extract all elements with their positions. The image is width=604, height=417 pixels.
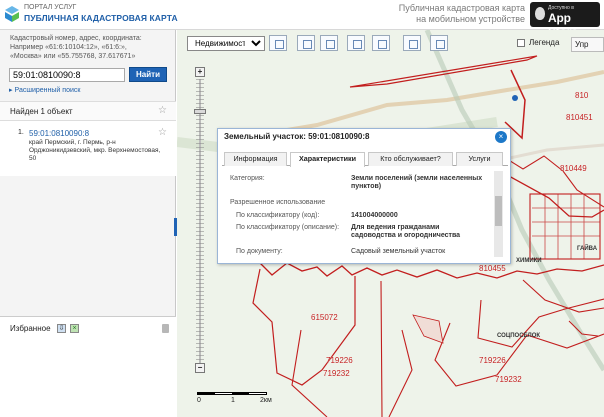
scale-bar-line bbox=[197, 392, 267, 395]
code-value: 141004000000 bbox=[351, 212, 398, 219]
tab-information[interactable]: Информация bbox=[224, 152, 287, 166]
district-label: ХИМИКИ bbox=[516, 258, 542, 264]
category-label: Категория: bbox=[230, 175, 265, 182]
results-count: Найден 1 объект bbox=[10, 107, 73, 116]
description-value: Для ведения гражданами садоводства и ого… bbox=[351, 224, 461, 239]
document-label: По документу: bbox=[236, 248, 283, 255]
star-icon[interactable]: ☆ bbox=[158, 105, 167, 116]
zoom-in-button[interactable]: + bbox=[195, 67, 205, 77]
zoom-handle[interactable] bbox=[194, 109, 206, 114]
export-tool-icon[interactable] bbox=[372, 35, 390, 51]
app-store-button[interactable]: Доступно в App Store bbox=[530, 2, 600, 39]
result-index: 1. bbox=[18, 129, 24, 136]
parcel-label: 615072 bbox=[311, 313, 338, 322]
search-input[interactable] bbox=[9, 68, 125, 82]
close-icon[interactable]: × bbox=[495, 131, 507, 143]
advanced-search-link[interactable]: Расширенный поиск bbox=[9, 86, 81, 94]
parcel-label: 719226 bbox=[326, 356, 353, 365]
category-value: Земли поселений (земли населенных пункто… bbox=[351, 175, 483, 190]
parcel-label: 810451 bbox=[566, 113, 593, 122]
import-icon[interactable]: ⇩ bbox=[57, 324, 66, 333]
parcel-label: 810 bbox=[575, 91, 589, 100]
zoom-control[interactable]: + − bbox=[194, 67, 206, 375]
result-item[interactable]: 1. 59:01:0810090:8 ☆ край Пермский, г. П… bbox=[0, 121, 176, 176]
layers-button[interactable]: Упр bbox=[571, 37, 604, 52]
code-label: По классификатору (код): bbox=[236, 212, 320, 219]
hint-line: «Москва» или «55.755768, 37.617671» bbox=[10, 53, 136, 60]
zoom-ticks bbox=[196, 79, 204, 363]
zoom-out-button[interactable]: − bbox=[195, 363, 205, 373]
apple-icon bbox=[535, 7, 545, 20]
legend-checkbox[interactable] bbox=[517, 39, 525, 47]
scale-two: 2км bbox=[260, 397, 272, 404]
description-label: По классификатору (описание): bbox=[236, 224, 340, 231]
result-address: край Пермский, г. Пермь, р-н Орджоникидз… bbox=[29, 139, 161, 162]
popup-scrollbar[interactable] bbox=[494, 171, 503, 257]
parcel-label: 810455 bbox=[479, 264, 506, 273]
parcel-label: 719226 bbox=[479, 356, 506, 365]
mobile-promo-line2: на мобильном устройстве bbox=[416, 14, 525, 24]
measure-tool-icon[interactable] bbox=[297, 35, 315, 51]
mobile-promo-line1: Публичная кадастровая карта bbox=[398, 3, 525, 13]
district-label: СОЦПОСЕЛОК bbox=[497, 333, 541, 339]
print-tool-icon[interactable] bbox=[403, 35, 421, 51]
tab-service-provider[interactable]: Кто обслуживает? bbox=[368, 152, 453, 166]
hint-line: Кадастровый номер, адрес, координата: bbox=[10, 35, 142, 42]
tab-characteristics[interactable]: Характеристики bbox=[290, 152, 365, 167]
results-header: Найден 1 объект ☆ bbox=[0, 101, 176, 121]
hint-line: Например «61:6:10104:12», «61:6:», bbox=[10, 44, 127, 51]
link-tool-icon[interactable] bbox=[430, 35, 448, 51]
pointer-tool-icon[interactable] bbox=[269, 35, 287, 51]
popup-tabs: Информация Характеристики Кто обслуживае… bbox=[222, 152, 508, 167]
document-value: Садовый земельный участок bbox=[351, 248, 446, 255]
trash-icon[interactable] bbox=[162, 324, 169, 333]
favorites-panel: Избранное ⇩ × bbox=[0, 316, 176, 417]
parcel-label: 810449 bbox=[560, 164, 587, 173]
site-title[interactable]: ПУБЛИЧНАЯ КАДАСТРОВАЯ КАРТА bbox=[24, 13, 178, 23]
parcel-label: 719232 bbox=[495, 375, 522, 384]
excel-icon[interactable]: × bbox=[70, 324, 79, 333]
legend-label[interactable]: Легенда bbox=[529, 38, 559, 47]
popup-title: Земельный участок: 59:01:0810090:8 bbox=[224, 132, 370, 141]
tab-services[interactable]: Услуги bbox=[456, 152, 503, 166]
portal-logo-icon bbox=[5, 6, 19, 22]
header: ПОРТАЛ УСЛУГ ПУБЛИЧНАЯ КАДАСТРОВАЯ КАРТА… bbox=[0, 0, 604, 39]
star-icon[interactable]: ☆ bbox=[158, 127, 167, 138]
scroll-thumb[interactable] bbox=[495, 196, 502, 226]
district-label: ГАЙВА bbox=[577, 246, 598, 252]
find-button[interactable]: Найти bbox=[129, 67, 167, 82]
scale-one: 1 bbox=[231, 397, 235, 404]
mobile-promo: Публичная кадастровая карта на мобильном… bbox=[383, 3, 525, 25]
scale-bar: 0 1 2км bbox=[197, 390, 275, 412]
help-tool-icon[interactable] bbox=[320, 35, 338, 51]
map-toolbar: Недвижимость Легенда Упр bbox=[177, 34, 604, 56]
parcel-popup: Земельный участок: 59:01:0810090:8 × Инф… bbox=[217, 128, 511, 264]
chart-tool-icon[interactable] bbox=[347, 35, 365, 51]
scale-zero: 0 bbox=[197, 397, 201, 404]
parcel-label: 719232 bbox=[323, 369, 350, 378]
search-hint: Кадастровый номер, адрес, координата: На… bbox=[10, 34, 170, 61]
result-link[interactable]: 59:01:0810090:8 bbox=[29, 129, 89, 138]
layer-select[interactable]: Недвижимость bbox=[187, 36, 265, 51]
portal-label: ПОРТАЛ УСЛУГ bbox=[24, 4, 77, 11]
usage-label: Разрешенное использование bbox=[230, 199, 326, 206]
favorites-title: Избранное bbox=[10, 324, 51, 333]
sidebar: Кадастровый номер, адрес, координата: На… bbox=[0, 30, 176, 417]
